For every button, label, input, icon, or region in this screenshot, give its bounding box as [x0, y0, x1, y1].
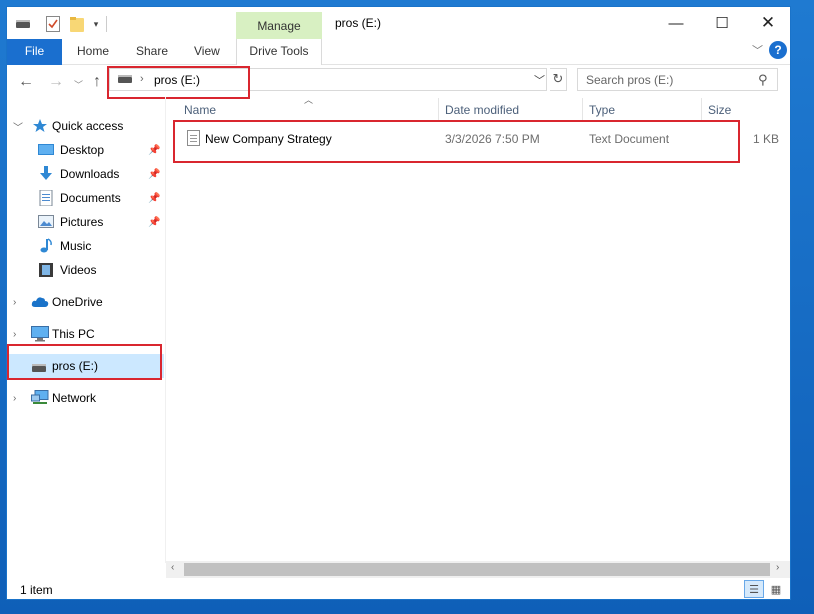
- star-icon: [32, 119, 48, 133]
- sidebar-item-documents[interactable]: Documents 📌: [7, 186, 164, 210]
- search-input[interactable]: Search pros (E:) ⚲: [577, 68, 778, 91]
- status-bar: 1 item ☰ ▦: [7, 579, 790, 601]
- desktop-icon: [38, 143, 54, 157]
- expanded-chevron-icon[interactable]: ﹀: [13, 119, 23, 134]
- search-icon: ⚲: [758, 72, 768, 87]
- help-icon[interactable]: ?: [769, 41, 787, 59]
- scroll-left-icon[interactable]: ‹: [171, 562, 174, 573]
- properties-icon[interactable]: [45, 15, 61, 33]
- sidebar-item-music[interactable]: Music: [7, 234, 164, 258]
- file-explorer-window: ▾ Manage pros (E:) — ☐ ✕ File Home Share…: [6, 6, 791, 600]
- drive-icon: [32, 362, 48, 376]
- text-document-icon: [187, 130, 200, 146]
- drive-icon: [118, 75, 132, 83]
- sidebar-item-network[interactable]: › Network: [7, 386, 164, 410]
- sidebar-item-label: Music: [60, 239, 92, 253]
- sort-ascending-icon: ︿: [304, 95, 314, 105]
- forward-arrow-icon[interactable]: →: [48, 73, 64, 91]
- pin-icon[interactable]: 📌: [148, 193, 160, 204]
- sidebar-item-label: Downloads: [60, 167, 120, 181]
- maximize-button[interactable]: ☐: [699, 7, 745, 39]
- pin-icon[interactable]: 📌: [148, 217, 160, 228]
- window-title: pros (E:): [335, 16, 382, 30]
- tab-file[interactable]: File: [7, 39, 62, 65]
- tab-drive-tools[interactable]: Drive Tools: [236, 39, 322, 65]
- pane-divider: [165, 97, 166, 563]
- sidebar-item-this-pc[interactable]: › This PC: [7, 322, 164, 346]
- address-dropdown-icon[interactable]: ﹀: [534, 72, 545, 88]
- scrollbar-thumb[interactable]: [184, 563, 770, 576]
- documents-icon: [38, 189, 54, 207]
- search-placeholder: Search pros (E:): [586, 73, 674, 87]
- tab-view[interactable]: View: [194, 39, 220, 65]
- minimize-button[interactable]: —: [653, 7, 699, 39]
- sidebar-item-label: Desktop: [60, 143, 105, 157]
- sidebar-item-label: Network: [52, 391, 97, 405]
- close-button[interactable]: ✕: [745, 7, 791, 39]
- tab-share[interactable]: Share: [136, 39, 168, 65]
- manage-context-label: Manage: [236, 12, 322, 40]
- title-bar: ▾ Manage pros (E:) — ☐ ✕: [7, 7, 791, 40]
- column-header-name[interactable]: Name: [184, 103, 216, 125]
- sidebar-item-quick-access[interactable]: ﹀ Quick access: [7, 114, 164, 138]
- videos-icon: [38, 262, 54, 277]
- downloads-icon: [38, 166, 54, 180]
- sidebar-item-desktop[interactable]: Desktop 📌: [7, 138, 164, 162]
- breadcrumb[interactable]: pros (E:): [154, 73, 200, 87]
- toolbar-divider: [106, 16, 107, 32]
- ribbon-expand-icon[interactable]: ﹀: [752, 42, 763, 58]
- back-arrow-icon[interactable]: ←: [18, 73, 34, 91]
- column-divider[interactable]: [701, 98, 702, 122]
- column-header-type[interactable]: Type: [589, 103, 615, 125]
- tab-home[interactable]: Home: [77, 39, 109, 65]
- details-view-icon[interactable]: ☰: [744, 580, 764, 598]
- refresh-icon[interactable]: ↻: [550, 68, 567, 91]
- column-header-size[interactable]: Size: [708, 103, 731, 125]
- column-divider[interactable]: [582, 98, 583, 122]
- sidebar-item-label: OneDrive: [52, 295, 103, 309]
- sidebar-item-pictures[interactable]: Pictures 📌: [7, 210, 164, 234]
- scroll-right-icon[interactable]: ›: [776, 562, 779, 573]
- sidebar-item-onedrive[interactable]: › OneDrive: [7, 290, 164, 314]
- pin-icon[interactable]: 📌: [148, 145, 160, 156]
- pin-icon[interactable]: 📌: [148, 169, 160, 180]
- ribbon-tabs: File Home Share View Drive Tools ﹀ ?: [7, 39, 790, 65]
- up-arrow-icon[interactable]: ↑: [93, 73, 101, 91]
- horizontal-scrollbar[interactable]: ‹ ›: [166, 561, 790, 578]
- sidebar-item-label: Pictures: [60, 215, 104, 229]
- network-icon: [31, 390, 49, 404]
- sidebar-item-label: Quick access: [52, 119, 124, 133]
- cloud-icon: [31, 296, 49, 310]
- new-folder-icon[interactable]: [69, 15, 85, 33]
- breadcrumb-chevron-icon[interactable]: ›: [140, 73, 144, 85]
- file-size: 1 KB: [753, 132, 780, 146]
- sidebar-item-downloads[interactable]: Downloads 📌: [7, 162, 164, 186]
- music-icon: [38, 238, 54, 253]
- recent-locations-chevron-icon[interactable]: ﹀: [74, 78, 83, 91]
- customize-dropdown-icon[interactable]: ▾: [91, 15, 101, 33]
- collapsed-chevron-icon[interactable]: ›: [13, 297, 16, 308]
- pictures-icon: [38, 215, 54, 229]
- sidebar-item-drive[interactable]: pros (E:): [7, 354, 164, 378]
- column-header-date[interactable]: Date modified: [445, 103, 519, 125]
- sidebar-item-videos[interactable]: Videos: [7, 258, 164, 282]
- sidebar-item-label: Videos: [60, 263, 97, 277]
- computer-icon: [31, 326, 49, 342]
- file-row[interactable]: New Company Strategy 3/3/2026 7:50 PM Te…: [177, 127, 780, 151]
- collapsed-chevron-icon[interactable]: ›: [13, 393, 16, 404]
- drive-icon[interactable]: [15, 15, 31, 33]
- sidebar-item-label: This PC: [52, 327, 95, 341]
- file-name[interactable]: New Company Strategy: [205, 132, 332, 146]
- file-type: Text Document: [589, 132, 670, 146]
- large-icons-view-icon[interactable]: ▦: [766, 580, 786, 598]
- item-count: 1 item: [20, 583, 53, 597]
- collapsed-chevron-icon[interactable]: ›: [13, 329, 16, 340]
- sidebar-item-label: pros (E:): [52, 359, 99, 373]
- sidebar-item-label: Documents: [60, 191, 121, 205]
- navigation-pane: ﹀ Quick access Desktop 📌 Downloads 📌 Doc…: [7, 102, 164, 562]
- address-bar[interactable]: › pros (E:) ﹀: [109, 68, 547, 91]
- column-divider[interactable]: [438, 98, 439, 122]
- file-date: 3/3/2026 7:50 PM: [445, 132, 540, 146]
